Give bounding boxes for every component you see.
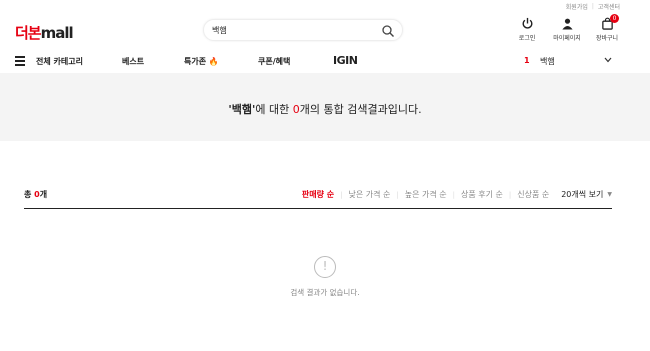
customer-center-link[interactable]: 고객센터 <box>598 2 620 11</box>
sort-by-reviews[interactable]: 상품 후기 순 <box>455 189 509 200</box>
power-icon <box>522 17 532 29</box>
menu-icon[interactable] <box>15 56 25 66</box>
result-toolbar: 총 0개 판매량 순 | 낮은 가격 순 | 높은 가격 순 | 상품 후기 순… <box>24 185 612 209</box>
utility-links: 회원가입 | 고객센터 <box>566 2 620 11</box>
signup-link[interactable]: 회원가입 <box>566 2 588 11</box>
sort-by-sales[interactable]: 판매량 순 <box>296 189 340 200</box>
nav-item-coupons[interactable]: 쿠폰/혜택 <box>258 56 290 67</box>
logo[interactable]: 더본mall <box>15 22 74 43</box>
divider: | <box>591 3 594 10</box>
cart-button[interactable]: 0 장바구니 <box>592 14 622 42</box>
mypage-button[interactable]: 마이페이지 <box>552 17 582 42</box>
nav-item-igin[interactable]: IGIN <box>333 54 358 67</box>
main-nav: 전체 카테고리 베스트 특가존 🔥 쿠폰/혜택 IGIN 1 백햄 <box>0 50 650 72</box>
login-button[interactable]: 로그인 <box>512 17 542 42</box>
result-prefix: 에 대한 <box>255 103 293 116</box>
nav-item-special-deals[interactable]: 특가존 🔥 <box>184 56 219 67</box>
sort-by-high-price[interactable]: 높은 가격 순 <box>399 189 453 200</box>
empty-state: 검색 결과가 없습니다. <box>0 256 650 298</box>
login-label: 로그인 <box>518 35 536 42</box>
total-unit: 개 <box>39 190 48 199</box>
result-query: '백햄' <box>228 103 256 116</box>
result-suffix: 개의 통합 검색결과입니다. <box>299 103 422 116</box>
trending-rank: 1 <box>524 56 530 65</box>
nav-item-all-categories[interactable]: 전체 카테고리 <box>36 56 83 67</box>
chevron-down-icon[interactable] <box>604 57 612 63</box>
user-icon <box>561 18 573 30</box>
sort-by-newest[interactable]: 신상품 순 <box>511 189 555 200</box>
total-label: 총 <box>24 190 35 199</box>
result-message: '백햄'에 대한 0개의 통합 검색결과입니다. <box>0 101 650 117</box>
logo-korean: 더본 <box>15 24 42 42</box>
total-count: 총 0개 <box>24 189 47 200</box>
cart-label: 장바구니 <box>595 35 619 42</box>
mypage-label: 마이페이지 <box>553 35 581 42</box>
trending-keyword[interactable]: 백햄 <box>540 56 555 67</box>
logo-latin: mall <box>40 24 74 42</box>
result-count: 0 <box>292 103 300 116</box>
cart-count-badge: 0 <box>610 14 619 23</box>
sort-options: 판매량 순 | 낮은 가격 순 | 높은 가격 순 | 상품 후기 순 | 신상… <box>296 189 612 200</box>
nav-item-best[interactable]: 베스트 <box>122 56 144 67</box>
header-actions: 로그인 마이페이지 0 장바구니 <box>512 14 622 42</box>
exclamation-icon <box>314 256 336 278</box>
search-icon[interactable] <box>381 24 395 38</box>
caret-down-icon[interactable]: ▼ <box>607 191 612 198</box>
search-input[interactable] <box>212 23 382 38</box>
per-page-select[interactable]: 20개씩 보기 <box>555 189 603 200</box>
sort-by-low-price[interactable]: 낮은 가격 순 <box>342 189 396 200</box>
search-result-banner: '백햄'에 대한 0개의 통합 검색결과입니다. <box>0 73 650 141</box>
empty-message: 검색 결과가 없습니다. <box>290 288 360 297</box>
search-box <box>203 19 403 41</box>
